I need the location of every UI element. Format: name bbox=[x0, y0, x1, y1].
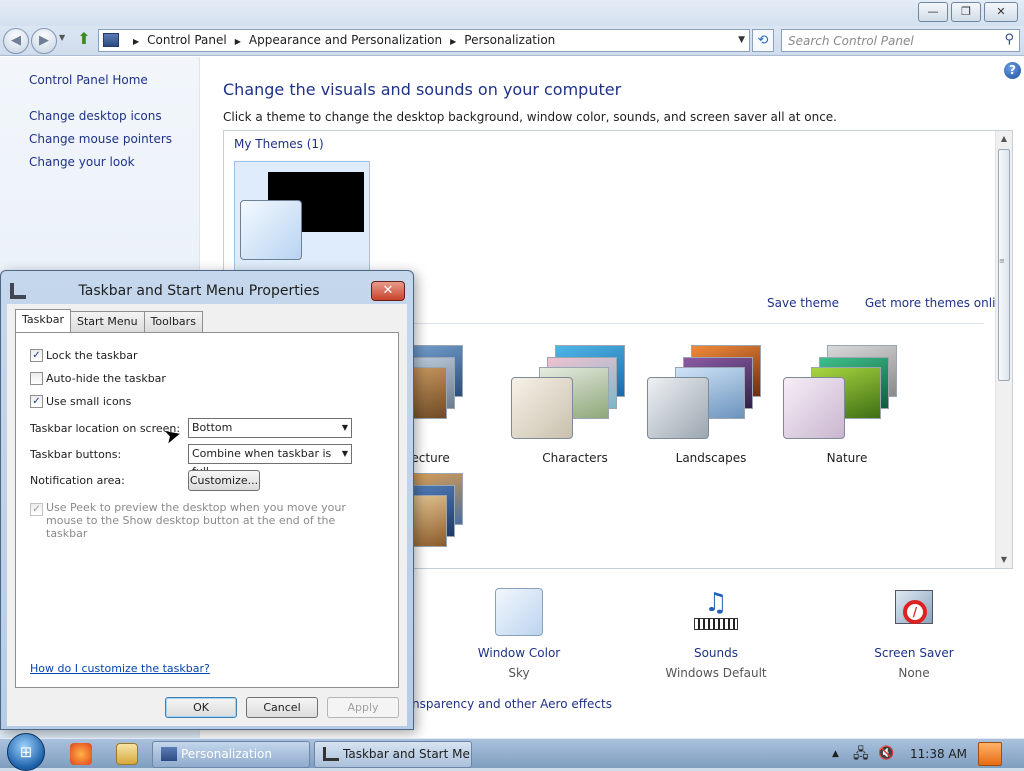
restore-button[interactable]: ❐ bbox=[951, 2, 981, 22]
chevron-down-icon: ▼ bbox=[341, 423, 348, 432]
tab-taskbar[interactable]: Taskbar bbox=[15, 309, 71, 332]
lock-taskbar-checkbox[interactable]: ✓ bbox=[30, 349, 43, 362]
screen-saver-setting[interactable]: / Screen Saver None bbox=[868, 588, 960, 680]
clock[interactable]: 11:38 AM bbox=[910, 739, 967, 769]
taskbar: ⊞ Personalization Taskbar and Start Me..… bbox=[0, 733, 1024, 771]
customize-button[interactable]: Customize... bbox=[188, 470, 260, 491]
help-icon[interactable]: ? bbox=[1004, 62, 1021, 79]
tab-toolbars[interactable]: Toolbars bbox=[143, 311, 203, 332]
volume-muted-icon[interactable]: 🔇 bbox=[878, 739, 894, 769]
theme-landscapes[interactable]: Landscapes bbox=[647, 345, 777, 475]
theme-label: Landscapes bbox=[675, 451, 747, 465]
breadcrumb: ▶ Control Panel ▶ Appearance and Personaliz… bbox=[133, 33, 556, 47]
get-more-themes-link[interactable]: Get more themes online bbox=[865, 296, 1011, 310]
change-your-look-link[interactable]: Change your look bbox=[29, 155, 172, 178]
buttons-label: Taskbar buttons: bbox=[30, 448, 122, 461]
buttons-select[interactable]: Combine when taskbar is full▼ bbox=[188, 444, 352, 478]
address-dropdown-icon[interactable]: ▼ bbox=[738, 30, 745, 51]
peek-option: ✓ Use Peek to preview the desktop when y… bbox=[30, 501, 380, 540]
navigation-bar: ◀ ▶ ▼ ⬆ ▶ Control Panel ▶ Appearance and Pe… bbox=[0, 26, 1024, 56]
close-button[interactable]: ✕ bbox=[984, 2, 1018, 22]
theme-label: Characters bbox=[542, 451, 608, 465]
window-color-icon bbox=[495, 588, 543, 636]
scroll-thumb[interactable] bbox=[998, 149, 1010, 381]
page-title: Change the visuals and sounds on your co… bbox=[223, 80, 622, 99]
apply-button: Apply bbox=[327, 697, 399, 718]
notification-label: Notification area: bbox=[30, 474, 125, 487]
firefox-icon[interactable] bbox=[70, 743, 92, 765]
sounds-setting[interactable]: ♫ Sounds Windows Default bbox=[660, 588, 772, 680]
taskbar-button-personalization[interactable]: Personalization bbox=[152, 741, 310, 768]
tab-start-menu[interactable]: Start Menu bbox=[70, 311, 145, 332]
cancel-button[interactable]: Cancel bbox=[246, 697, 318, 718]
location-select[interactable]: Bottom ▼ bbox=[188, 418, 352, 438]
network-icon[interactable]: 🖧 bbox=[853, 739, 869, 769]
show-desktop-button[interactable] bbox=[978, 742, 1002, 766]
up-folder-icon[interactable]: ⬆ bbox=[75, 30, 93, 48]
recent-pages-icon[interactable]: ▼ bbox=[59, 33, 65, 42]
lock-taskbar-option[interactable]: ✓ Lock the taskbar bbox=[30, 349, 138, 365]
start-button[interactable]: ⊞ bbox=[7, 733, 45, 771]
peek-checkbox: ✓ bbox=[30, 503, 43, 516]
search-input[interactable] bbox=[782, 30, 992, 51]
divider bbox=[414, 323, 984, 324]
selected-theme[interactable] bbox=[234, 161, 370, 281]
control-panel-icon bbox=[161, 747, 177, 761]
scroll-up-icon[interactable]: ▲ bbox=[996, 131, 1012, 147]
window-color-setting[interactable]: Window Color Sky bbox=[470, 588, 568, 680]
auto-hide-checkbox[interactable] bbox=[30, 372, 43, 385]
how-to-customize-link[interactable]: How do I customize the taskbar? bbox=[30, 662, 210, 675]
theme-nature[interactable]: Nature bbox=[783, 345, 913, 475]
change-mouse-pointers-link[interactable]: Change mouse pointers bbox=[29, 132, 172, 155]
dialog-close-button[interactable]: ✕ bbox=[371, 281, 405, 301]
search-box: ⚲ bbox=[781, 29, 1020, 52]
minimize-button[interactable]: — bbox=[918, 2, 948, 22]
small-icons-option[interactable]: ✓ Use small icons bbox=[30, 395, 131, 411]
forward-arrow-icon[interactable]: ▶ bbox=[31, 28, 57, 54]
dialog-title: Taskbar and Start Menu Properties bbox=[78, 283, 320, 299]
my-themes-heading: My Themes (1) bbox=[234, 137, 324, 151]
explorer-icon[interactable] bbox=[116, 743, 138, 765]
aero-effects-link[interactable]: nsparency and other Aero effects bbox=[412, 697, 612, 711]
scroll-down-icon[interactable]: ▼ bbox=[996, 552, 1012, 568]
control-panel-icon bbox=[103, 33, 119, 47]
address-bar[interactable]: ▶ Control Panel ▶ Appearance and Personaliz… bbox=[98, 29, 750, 52]
theme-characters[interactable]: Characters bbox=[511, 345, 641, 475]
refresh-icon[interactable]: ⟲ bbox=[752, 29, 774, 52]
taskbar-properties-icon bbox=[323, 747, 339, 761]
taskbar-tab-page: ✓ Lock the taskbar Auto-hide the taskbar … bbox=[15, 332, 399, 688]
control-panel-home-link[interactable]: Control Panel Home bbox=[29, 73, 148, 87]
chevron-down-icon: ▼ bbox=[341, 449, 348, 458]
taskbar-properties-dialog: Taskbar and Start Menu Properties ✕ Task… bbox=[0, 270, 414, 730]
back-arrow-icon[interactable]: ◀ bbox=[3, 28, 29, 54]
change-desktop-icons-link[interactable]: Change desktop icons bbox=[29, 109, 172, 132]
dialog-body: Taskbar Start Menu Toolbars ✓ Lock the ta… bbox=[7, 304, 407, 726]
taskbar-button-taskbar-properties[interactable]: Taskbar and Start Me... bbox=[314, 741, 472, 768]
theme-label: Nature bbox=[826, 451, 868, 465]
title-bar: — ❐ ✕ bbox=[0, 0, 1024, 26]
auto-hide-option[interactable]: Auto-hide the taskbar bbox=[30, 372, 166, 388]
themes-scrollbar[interactable]: ▲ ≡ ▼ bbox=[995, 131, 1012, 568]
search-icon[interactable]: ⚲ bbox=[1004, 32, 1014, 47]
breadcrumb-personalization[interactable]: Personalization bbox=[464, 33, 555, 47]
theme-color-preview bbox=[240, 200, 302, 260]
ok-button[interactable]: OK bbox=[165, 697, 237, 718]
show-hidden-icons-icon[interactable]: ▲ bbox=[832, 739, 839, 769]
location-label: Taskbar location on screen: bbox=[30, 422, 181, 435]
save-theme-link[interactable]: Save theme bbox=[767, 296, 839, 310]
screen-saver-icon: / bbox=[891, 588, 937, 636]
small-icons-checkbox[interactable]: ✓ bbox=[30, 395, 43, 408]
page-subtitle: Click a theme to change the desktop back… bbox=[223, 110, 837, 124]
sounds-icon: ♫ bbox=[691, 588, 741, 636]
breadcrumb-appearance[interactable]: Appearance and Personalization bbox=[249, 33, 442, 47]
breadcrumb-control-panel[interactable]: Control Panel bbox=[147, 33, 227, 47]
